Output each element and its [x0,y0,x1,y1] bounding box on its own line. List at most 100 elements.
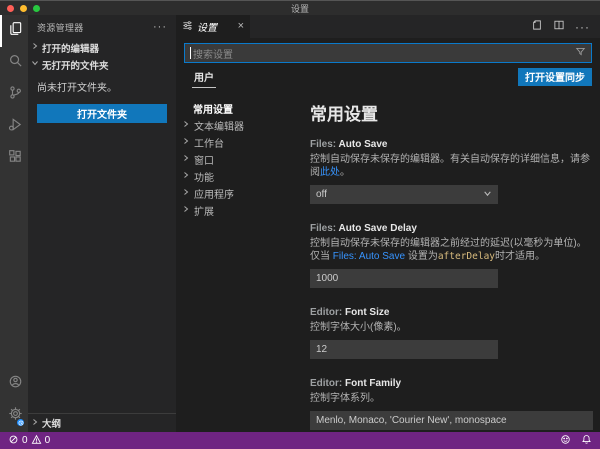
run-debug-icon [8,117,23,137]
toc-label: 工作台 [194,135,224,150]
toc-item-workbench[interactable]: 工作台 [176,134,300,151]
settings-search-input[interactable]: 搜索设置 [184,43,592,63]
chevron-right-icon [182,205,190,216]
toc-label: 文本编辑器 [194,118,244,133]
desc-text: 控制字体大小(像素)。 [310,322,407,333]
settings-toc: 常用设置 文本编辑器 工作台 窗口 功能 [176,90,300,432]
setting-files-auto-save-delay: Files: Auto Save Delay 控制自动保存未保存的编辑器之前经过… [310,223,592,288]
extensions-activity-button[interactable] [0,143,28,175]
no-folder-label: 无打开的文件夹 [42,58,109,72]
open-editors-section[interactable]: 打开的编辑器 [28,39,176,56]
setting-description: 控制自动保存未保存的编辑器之前经过的延迟(以毫秒为单位)。仅当 Files: A… [310,237,592,263]
chevron-right-icon [31,418,39,429]
setting-name: Font Size [345,307,389,318]
no-folder-section[interactable]: 无打开的文件夹 [28,56,176,73]
open-folder-button[interactable]: 打开文件夹 [37,104,167,123]
desc-text: 。 [340,167,350,178]
filter-icon[interactable] [575,44,586,62]
setting-editor-font-size: Editor: Font Size 控制字体大小(像素)。 [310,307,592,359]
setting-category: Files: [310,223,336,234]
setting-description: 控制字体系列。 [310,392,592,405]
desc-text: 控制字体系列。 [310,393,380,404]
toc-label: 常用设置 [193,101,233,116]
activity-bar-bottom [0,368,28,432]
select-value: off [316,189,483,200]
source-control-activity-button[interactable] [0,79,28,111]
tab-settings[interactable]: 设置 × [176,15,250,38]
toc-label: 应用程序 [194,186,234,201]
manage-settings-button[interactable] [0,400,28,432]
search-placeholder: 搜索设置 [193,46,575,61]
close-tab-icon[interactable]: × [238,21,244,32]
auto-save-delay-input[interactable] [310,269,498,288]
vscode-window: 设置 [0,0,600,449]
setting-link[interactable]: Files: Auto Save [333,251,405,262]
split-editor-icon[interactable] [553,18,565,36]
tab-user-settings[interactable]: 用户 [192,65,216,88]
setting-name: Auto Save Delay [339,223,417,234]
search-icon [8,53,23,73]
sidebar-header: 资源管理器 ··· [28,15,176,39]
run-debug-activity-button[interactable] [0,111,28,143]
search-activity-button[interactable] [0,47,28,79]
auto-save-select[interactable]: off [310,185,498,204]
code-span: afterDelay [438,251,495,262]
setting-description: 控制字体大小(像素)。 [310,321,592,334]
toc-label: 窗口 [194,152,214,167]
accounts-icon [8,374,23,394]
setting-files-auto-save: Files: Auto Save 控制自动保存未保存的编辑器。有关自动保存的详细… [310,139,592,204]
explorer-activity-button[interactable] [0,15,28,47]
tab-bar: 设置 × ··· [176,15,600,38]
setting-link[interactable]: 此处 [320,167,340,178]
desc-text: 控制自动保存未保存的编辑器。有关自动保存的详细信息，请参阅 [310,154,590,178]
more-actions-icon[interactable]: ··· [575,20,590,34]
title-bar: 设置 [0,0,600,15]
settings-content: 常用设置 Files: Auto Save 控制自动保存未保存的编辑器。有关自动… [300,90,600,432]
more-actions-icon[interactable]: ··· [153,21,167,33]
notifications-bell-icon[interactable] [581,434,592,448]
sync-pending-badge [16,418,25,427]
open-settings-json-icon[interactable] [531,18,543,36]
font-size-input[interactable] [310,340,498,359]
chevron-right-icon [31,42,39,53]
chevron-down-icon [31,59,39,70]
error-count: 0 [22,435,28,446]
explorer-icon [8,21,23,41]
outline-label: 大纲 [42,416,61,430]
tab-label: 设置 [197,19,234,34]
outline-section[interactable]: 大纲 [28,413,176,432]
toc-item-application[interactable]: 应用程序 [176,185,300,202]
setting-name: Auto Save [339,139,388,150]
toc-label: 功能 [194,169,214,184]
editor-actions: ··· [531,15,600,38]
no-folder-message: 尚未打开文件夹。 [28,73,176,95]
feedback-smiley-icon[interactable] [560,434,571,448]
accounts-button[interactable] [0,368,28,400]
setting-description: 控制自动保存未保存的编辑器。有关自动保存的详细信息，请参阅此处。 [310,153,592,179]
status-bar: 0 0 [0,432,600,449]
toc-item-text-editor[interactable]: 文本编辑器 [176,117,300,134]
toc-item-common[interactable]: 常用设置 [176,100,300,117]
warnings-icon [31,434,42,448]
toc-item-window[interactable]: 窗口 [176,151,300,168]
status-bar-right [560,434,592,448]
warning-count: 0 [45,435,51,446]
desc-text: 设置为 [405,251,438,262]
window-title: 设置 [0,2,600,15]
font-family-input[interactable] [310,411,593,430]
sidebar-title: 资源管理器 [37,21,153,34]
chevron-down-icon [483,189,492,201]
toc-item-extensions[interactable]: 扩展 [176,202,300,219]
settings-header: 搜索设置 用户 打开设置同步 [176,38,600,90]
turn-on-settings-sync-button[interactable]: 打开设置同步 [518,68,592,86]
settings-heading: 常用设置 [310,100,592,125]
toc-item-features[interactable]: 功能 [176,168,300,185]
setting-category: Editor: [310,307,342,318]
explorer-sidebar: 资源管理器 ··· 打开的编辑器 无打开的文件夹 尚未打开文件夹。 打开文件夹 … [28,15,176,432]
activity-bar [0,15,28,432]
problems-status-item[interactable]: 0 0 [8,434,50,448]
desc-text: 时才适用。 [495,251,545,262]
source-control-icon [8,85,23,105]
settings-body: 常用设置 文本编辑器 工作台 窗口 功能 [176,90,600,432]
chevron-right-icon [182,120,190,131]
